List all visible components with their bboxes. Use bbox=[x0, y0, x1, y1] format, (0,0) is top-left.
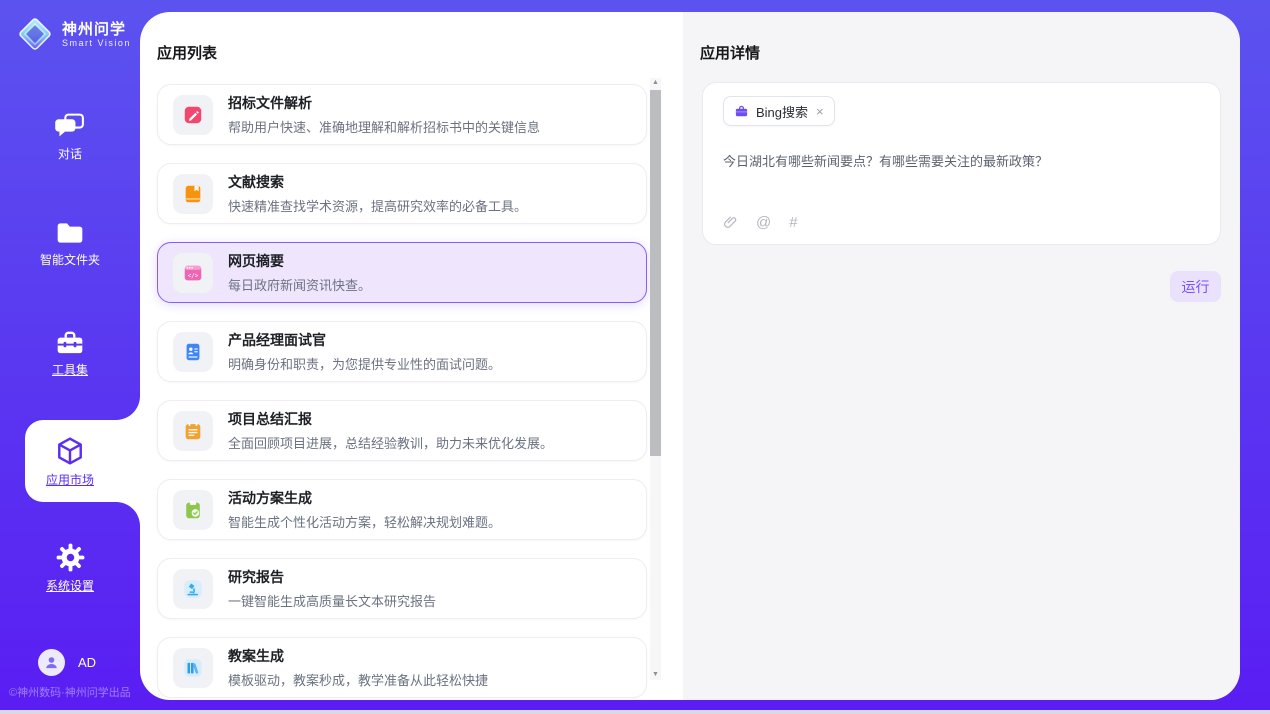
folder-icon bbox=[55, 220, 85, 246]
app-card-research-report[interactable]: 研究报告 一键智能生成高质量长文本研究报告 bbox=[157, 558, 647, 619]
sidebar-item-label: 系统设置 bbox=[46, 580, 94, 593]
user-initials: AD bbox=[78, 655, 96, 670]
books-icon bbox=[173, 648, 213, 688]
sidebar-item-chat[interactable]: 对话 bbox=[0, 112, 140, 161]
user-account[interactable]: AD bbox=[38, 649, 96, 676]
query-input[interactable]: 今日湖北有哪些新闻要点？有哪些需要关注的最新政策？ bbox=[723, 152, 1200, 171]
app-name: 教案生成 bbox=[228, 646, 488, 666]
app-name: 网页摘要 bbox=[228, 251, 371, 271]
copyright-footer: ©神州数码·神州问学出品 bbox=[9, 684, 149, 700]
brand-logo: 神州问学 Smart Vision bbox=[16, 15, 131, 53]
sidebar-item-smart-folder[interactable]: 智能文件夹 bbox=[0, 220, 140, 267]
app-name: 活动方案生成 bbox=[228, 488, 501, 508]
sidebar-item-toolset[interactable]: 工具集 bbox=[0, 330, 140, 377]
app-card-project-summary[interactable]: 项目总结汇报 全面回顾项目进展，总结经验教训，助力未来优化发展。 bbox=[157, 400, 647, 461]
app-card-lesson-plan[interactable]: 教案生成 模板驱动，教案秒成，教学准备从此轻松快捷 bbox=[157, 637, 647, 698]
sidebar-item-system-settings[interactable]: 系统设置 bbox=[0, 543, 140, 593]
sidebar-item-label: 应用市场 bbox=[46, 474, 94, 487]
avatar bbox=[38, 649, 65, 676]
app-desc: 智能生成个性化活动方案，轻松解决规划难题。 bbox=[228, 512, 501, 531]
sidebar-item-app-market[interactable]: 应用市场 bbox=[0, 436, 140, 487]
tool-chip-label: Bing搜索 bbox=[756, 102, 808, 121]
notepad-icon bbox=[173, 411, 213, 451]
resume-icon bbox=[173, 332, 213, 372]
run-button[interactable]: 运行 bbox=[1170, 271, 1221, 302]
app-name: 产品经理面试官 bbox=[228, 330, 501, 350]
sidebar-item-label: 对话 bbox=[58, 148, 82, 161]
chat-bubble-icon bbox=[55, 112, 86, 140]
app-desc: 明确身份和职责，为您提供专业性的面试问题。 bbox=[228, 354, 501, 373]
cube-icon bbox=[56, 436, 84, 466]
clipboard-check-icon bbox=[173, 490, 213, 530]
app-desc: 快速精准查找学术资源，提高研究效率的必备工具。 bbox=[228, 196, 527, 215]
web-code-icon: </> bbox=[173, 253, 213, 293]
app-card-literature-search[interactable]: 文献搜索 快速精准查找学术资源，提高研究效率的必备工具。 bbox=[157, 163, 647, 224]
chip-close-icon[interactable]: × bbox=[816, 104, 824, 119]
app-detail-panel: 应用详情 Bing搜索 × 今日湖北有哪些新闻要点？有哪些需要关注的最新政策？ bbox=[683, 12, 1240, 700]
app-card-activity-plan[interactable]: 活动方案生成 智能生成个性化活动方案，轻松解决规划难题。 bbox=[157, 479, 647, 540]
app-list-panel: 应用列表 招标文件解析 帮助用户快速、准确地理解和解析招标书中的关键信息 bbox=[140, 12, 683, 700]
brand-name: 神州问学 bbox=[62, 21, 131, 38]
tool-chip-bing-search[interactable]: Bing搜索 × bbox=[723, 96, 835, 126]
scroll-down-icon[interactable]: ▼ bbox=[652, 670, 659, 680]
app-card-bid-analysis[interactable]: 招标文件解析 帮助用户快速、准确地理解和解析招标书中的关键信息 bbox=[157, 84, 647, 145]
sidebar: 神州问学 Smart Vision 对话 智能文件夹 bbox=[0, 0, 140, 714]
edit-square-icon bbox=[173, 95, 213, 135]
main-content: 应用列表 招标文件解析 帮助用户快速、准确地理解和解析招标书中的关键信息 bbox=[140, 12, 1240, 700]
app-card-list: 招标文件解析 帮助用户快速、准确地理解和解析招标书中的关键信息 文献搜索 快速精… bbox=[157, 84, 647, 698]
scroll-up-icon[interactable]: ▲ bbox=[652, 78, 659, 88]
app-card-web-summary[interactable]: </> 网页摘要 每日政府新闻资讯快查。 bbox=[157, 242, 647, 303]
bubble-curve-bottom bbox=[116, 502, 140, 526]
app-desc: 一键智能生成高质量长文本研究报告 bbox=[228, 591, 436, 610]
svg-text:</>: </> bbox=[188, 273, 199, 279]
microscope-icon bbox=[173, 569, 213, 609]
app-card-pm-interviewer[interactable]: 产品经理面试官 明确身份和职责，为您提供专业性的面试问题。 bbox=[157, 321, 647, 382]
app-name: 文献搜索 bbox=[228, 172, 527, 192]
list-scrollbar[interactable]: ▲ ▼ bbox=[650, 78, 661, 680]
app-detail-title: 应用详情 bbox=[700, 42, 760, 63]
bottom-edge-strip bbox=[0, 710, 1270, 714]
app-name: 项目总结汇报 bbox=[228, 409, 553, 429]
app-name: 招标文件解析 bbox=[228, 93, 540, 113]
brand-subtitle: Smart Vision bbox=[62, 38, 131, 48]
app-list-title: 应用列表 bbox=[157, 42, 217, 63]
gear-icon bbox=[56, 543, 85, 572]
sidebar-item-label: 工具集 bbox=[52, 364, 88, 377]
briefcase-icon bbox=[734, 104, 749, 119]
sidebar-item-label: 智能文件夹 bbox=[40, 254, 100, 267]
gem-logo-icon bbox=[16, 15, 54, 53]
app-name: 研究报告 bbox=[228, 567, 436, 587]
app-desc: 帮助用户快速、准确地理解和解析招标书中的关键信息 bbox=[228, 117, 540, 136]
paperclip-icon[interactable] bbox=[723, 215, 738, 230]
prompt-input-card: Bing搜索 × 今日湖北有哪些新闻要点？有哪些需要关注的最新政策？ @ # bbox=[702, 82, 1221, 245]
app-desc: 每日政府新闻资讯快查。 bbox=[228, 275, 371, 294]
attachment-toolbar: @ # bbox=[723, 214, 798, 231]
mention-icon[interactable]: @ bbox=[756, 214, 771, 231]
scrollbar-thumb[interactable] bbox=[650, 90, 661, 456]
app-desc: 模板驱动，教案秒成，教学准备从此轻松快捷 bbox=[228, 670, 488, 689]
app-desc: 全面回顾项目进展，总结经验教训，助力未来优化发展。 bbox=[228, 433, 553, 452]
bubble-curve-top bbox=[116, 396, 140, 420]
toolbox-icon bbox=[55, 330, 85, 356]
hash-icon[interactable]: # bbox=[789, 214, 797, 231]
book-icon bbox=[173, 174, 213, 214]
